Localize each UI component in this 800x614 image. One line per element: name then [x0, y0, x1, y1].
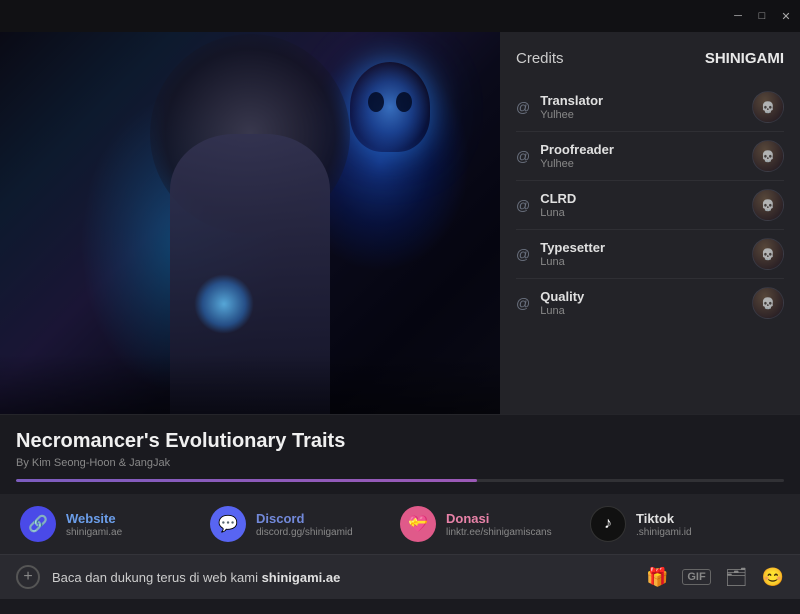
- credit-at-icon: @: [516, 295, 530, 311]
- credit-item: @ Typesetter Luna 💀: [516, 230, 784, 279]
- social-text-donasi: Donasi linktr.ee/shinigamiscans: [446, 511, 552, 538]
- avatar-inner: 💀: [753, 141, 783, 171]
- social-text-tiktok: Tiktok .shinigami.id: [636, 511, 692, 538]
- credit-name: Luna: [540, 256, 752, 268]
- social-item-website[interactable]: 🔗 Website shinigami.ae: [20, 506, 210, 542]
- social-links-container: 🔗 Website shinigami.ae 💬 Discord discord…: [20, 506, 780, 542]
- maximize-button[interactable]: □: [756, 10, 768, 22]
- credit-at-icon: @: [516, 99, 530, 115]
- sticker-icon[interactable]: 🗂: [725, 567, 748, 588]
- social-url-discord: discord.gg/shinigamid: [256, 527, 353, 538]
- credit-item: @ Quality Luna 💀: [516, 279, 784, 327]
- credit-info: CLRD Luna: [540, 191, 752, 219]
- credit-role: Quality: [540, 289, 752, 304]
- credits-list: @ Translator Yulhee 💀 @ Proofreader Yulh…: [516, 83, 784, 327]
- credit-name: Yulhee: [540, 109, 752, 121]
- credit-role: Typesetter: [540, 240, 752, 255]
- social-url-tiktok: .shinigami.id: [636, 527, 692, 538]
- social-url-website: shinigami.ae: [66, 527, 122, 538]
- main-content: Credits SHINIGAMI @ Translator Yulhee 💀 …: [0, 32, 800, 414]
- avatar-inner: 💀: [753, 288, 783, 318]
- message-bold: shinigami.ae: [262, 570, 341, 585]
- credit-item: @ Translator Yulhee 💀: [516, 83, 784, 132]
- credit-at-icon: @: [516, 197, 530, 213]
- manga-author: By Kim Seong-Hoon & JangJak: [16, 457, 784, 469]
- credit-at-icon: @: [516, 246, 530, 262]
- social-label-website: Website: [66, 511, 122, 526]
- social-item-tiktok[interactable]: ♪ Tiktok .shinigami.id: [590, 506, 780, 542]
- message-prefix: Baca dan dukung terus di web kami: [52, 570, 262, 585]
- social-links-bar: 🔗 Website shinigami.ae 💬 Discord discord…: [0, 494, 800, 554]
- social-icon-website: 🔗: [20, 506, 56, 542]
- reading-progress-bar: [16, 479, 784, 482]
- credit-name: Luna: [540, 207, 752, 219]
- credit-role: Translator: [540, 93, 752, 108]
- social-label-donasi: Donasi: [446, 511, 552, 526]
- emoji-icon[interactable]: 😊: [762, 567, 784, 588]
- credit-item: @ Proofreader Yulhee 💀: [516, 132, 784, 181]
- progress-fill: [16, 479, 477, 482]
- credit-at-icon: @: [516, 148, 530, 164]
- manga-info-bar: Necromancer's Evolutionary Traits By Kim…: [0, 414, 800, 494]
- credit-info: Typesetter Luna: [540, 240, 752, 268]
- message-text: Baca dan dukung terus di web kami shinig…: [52, 570, 634, 585]
- credits-brand: SHINIGAMI: [705, 50, 784, 67]
- social-text-website: Website shinigami.ae: [66, 511, 122, 538]
- titlebar: ─ □ ✕: [0, 0, 800, 32]
- credit-info: Proofreader Yulhee: [540, 142, 752, 170]
- credits-title: Credits: [516, 50, 564, 67]
- social-label-tiktok: Tiktok: [636, 511, 692, 526]
- credit-name: Yulhee: [540, 158, 752, 170]
- credit-role: CLRD: [540, 191, 752, 206]
- message-actions: 🎁 GIF 🗂 😊: [646, 567, 784, 588]
- social-item-discord[interactable]: 💬 Discord discord.gg/shinigamid: [210, 506, 400, 542]
- credit-avatar: 💀: [752, 140, 784, 172]
- credit-avatar: 💀: [752, 287, 784, 319]
- gift-icon[interactable]: 🎁: [646, 567, 668, 588]
- skull-eye-right: [396, 92, 412, 112]
- social-url-donasi: linktr.ee/shinigamiscans: [446, 527, 552, 538]
- character-glow-hand: [194, 274, 254, 334]
- credit-role: Proofreader: [540, 142, 752, 157]
- credit-avatar: 💀: [752, 238, 784, 270]
- message-bar: + Baca dan dukung terus di web kami shin…: [0, 554, 800, 599]
- credit-name: Luna: [540, 305, 752, 317]
- credit-avatar: 💀: [752, 189, 784, 221]
- add-content-button[interactable]: +: [16, 565, 40, 589]
- avatar-inner: 💀: [753, 190, 783, 220]
- credits-header: Credits SHINIGAMI: [516, 50, 784, 67]
- manga-cover-panel: [0, 32, 500, 414]
- social-icon-discord: 💬: [210, 506, 246, 542]
- cover-overlay: [0, 354, 500, 414]
- social-item-donasi[interactable]: 💝 Donasi linktr.ee/shinigamiscans: [400, 506, 590, 542]
- avatar-inner: 💀: [753, 92, 783, 122]
- gif-button[interactable]: GIF: [682, 569, 710, 585]
- minimize-button[interactable]: ─: [732, 10, 744, 22]
- avatar-inner: 💀: [753, 239, 783, 269]
- social-icon-tiktok: ♪: [590, 506, 626, 542]
- credit-info: Quality Luna: [540, 289, 752, 317]
- credit-info: Translator Yulhee: [540, 93, 752, 121]
- social-icon-donasi: 💝: [400, 506, 436, 542]
- social-text-discord: Discord discord.gg/shinigamid: [256, 511, 353, 538]
- close-button[interactable]: ✕: [780, 10, 792, 22]
- credit-avatar: 💀: [752, 91, 784, 123]
- manga-title: Necromancer's Evolutionary Traits: [16, 429, 784, 453]
- cover-image: [0, 32, 500, 414]
- credit-item: @ CLRD Luna 💀: [516, 181, 784, 230]
- credits-panel: Credits SHINIGAMI @ Translator Yulhee 💀 …: [500, 32, 800, 414]
- social-label-discord: Discord: [256, 511, 353, 526]
